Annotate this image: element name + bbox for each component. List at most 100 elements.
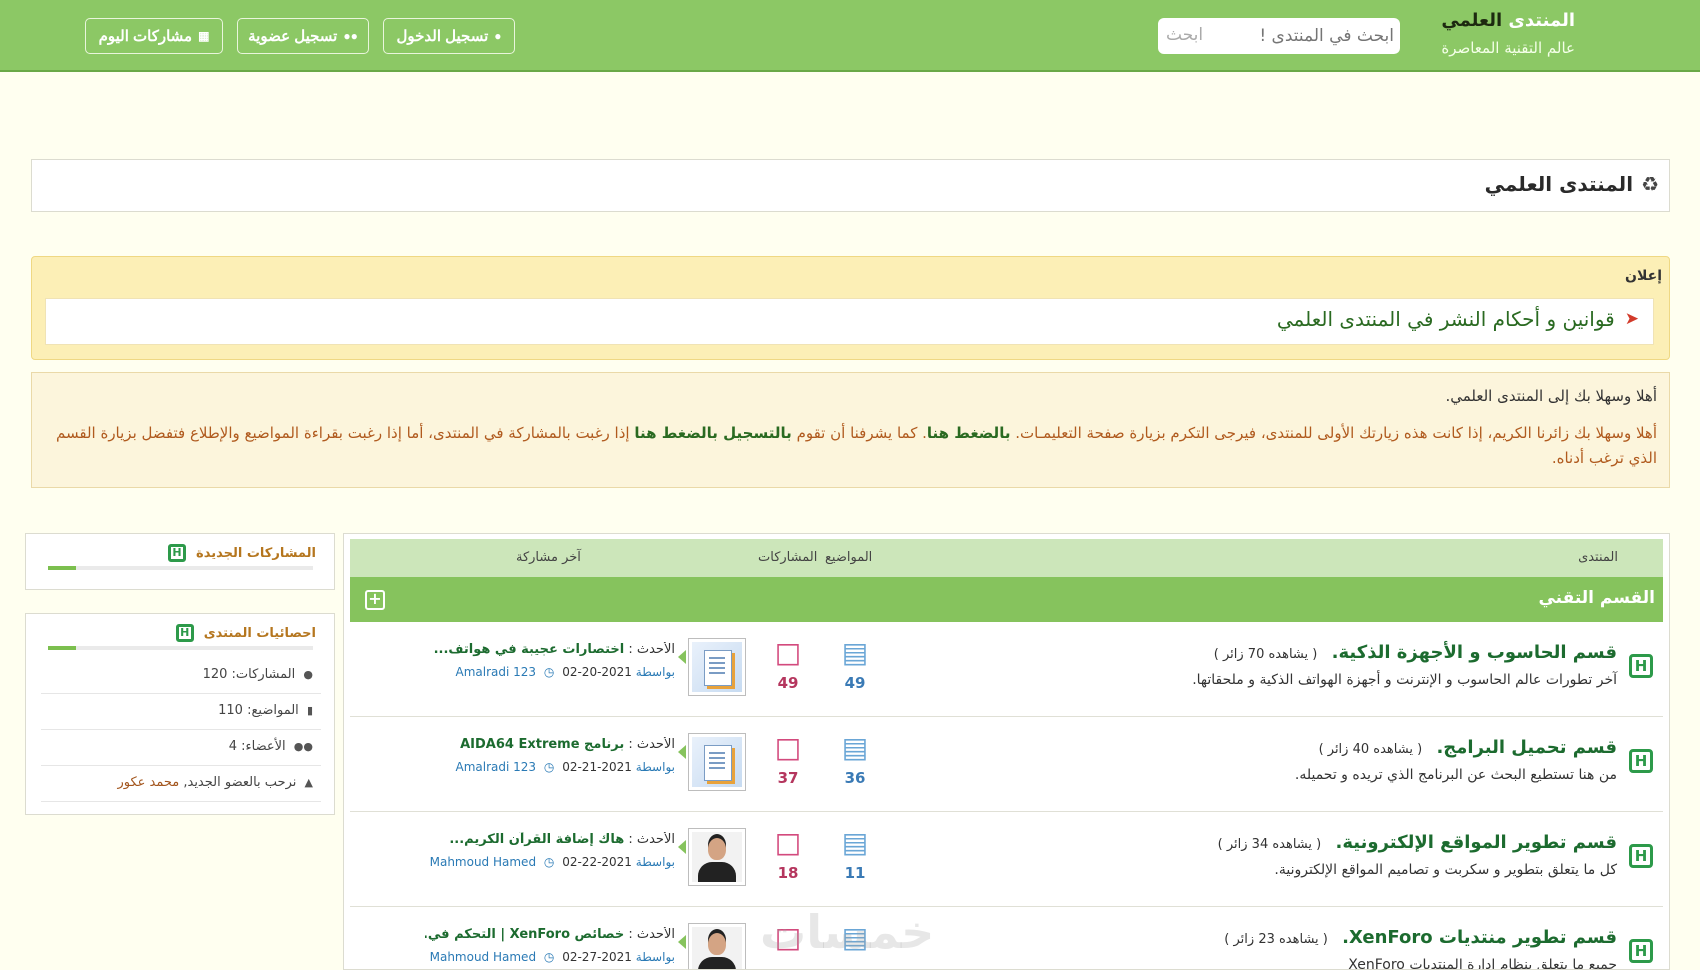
site-brand[interactable]: المنتدى العلمي عالم التقنية المعاصرة xyxy=(1441,10,1575,57)
forum-title[interactable]: قسم الحاسوب و الأجهزة الذكية. ( يشاهده 7… xyxy=(1214,642,1617,663)
register-label: تسجيل عضوية xyxy=(248,28,338,45)
forum-h-icon: H xyxy=(175,624,194,642)
avatar[interactable] xyxy=(688,828,746,886)
latest-post-line: الأحدث : اختصارات عجيبة في هواتف... xyxy=(425,642,675,657)
page-title-text: المنتدى العلمي xyxy=(1484,172,1634,196)
post-date: 02-20-2021 xyxy=(562,665,632,679)
login-label: تسجيل الدخول xyxy=(396,28,489,45)
posts-icon: □ xyxy=(774,636,802,669)
forum-row: H قسم تطوير منتديات XenForo. ( يشاهده 23… xyxy=(350,907,1663,969)
brand-tagline: عالم التقنية المعاصرة xyxy=(1441,39,1575,57)
forum-viewers: ( يشاهده 40 زائر ) xyxy=(1318,742,1423,757)
category-header: القسم التقني + xyxy=(350,577,1663,622)
topics-stat: ▤ 36 xyxy=(830,733,880,788)
author-link[interactable]: Amalradi 123 xyxy=(456,760,537,774)
clock-icon: ◷ xyxy=(543,950,555,964)
latest-post-meta: بواسطة Amalradi 123 ◷ 02-21-2021 xyxy=(425,760,675,774)
author-link[interactable]: Mahmoud Hamed xyxy=(430,855,536,869)
forum-viewers: ( يشاهده 70 زائر ) xyxy=(1213,647,1318,662)
avatar-image xyxy=(692,927,742,969)
by-label: بواسطة xyxy=(635,950,675,964)
avatar[interactable] xyxy=(688,638,746,696)
announcement-label: إعلان xyxy=(1625,268,1662,284)
latest-post-link[interactable]: برنامج AIDA64 Extreme xyxy=(460,737,624,752)
register-link[interactable]: بالتسجيل بالضغط هنا xyxy=(634,424,791,442)
topics-stat: ▤ 11 xyxy=(830,826,880,883)
megaphone-icon: ➤ xyxy=(1624,309,1639,329)
latest-post-meta: بواسطة Amalradi 123 ◷ 02-20-2021 xyxy=(425,665,675,679)
post-date: 02-21-2021 xyxy=(562,760,632,774)
welcome-body: أهلا وسهلا بك زائرنا الكريم، إذا كانت هذ… xyxy=(47,421,1657,471)
forum-viewers: ( يشاهده 34 زائر ) xyxy=(1217,837,1322,852)
posts-stat: □ 37 xyxy=(763,733,813,788)
latest-post-link[interactable]: هاك إضافة القرآن الكريم... xyxy=(449,832,624,847)
forum-title[interactable]: قسم تطوير المواقع الإلكترونية. ( يشاهده … xyxy=(1218,832,1617,853)
forum-h-icon: H xyxy=(1629,654,1653,678)
user-icon: ● xyxy=(494,29,502,43)
avatar-image xyxy=(692,832,742,882)
avatar[interactable] xyxy=(688,923,746,969)
stats-underline xyxy=(48,646,313,650)
stats-title: احصائيات المنتدى xyxy=(203,625,316,641)
brand-title[interactable]: المنتدى العلمي xyxy=(1441,10,1575,31)
forum-title[interactable]: قسم تطوير منتديات XenForo. ( يشاهده 23 ز… xyxy=(1224,927,1617,948)
stat-topics-label: المواضيع: xyxy=(247,703,299,718)
forum-h-icon: H xyxy=(168,544,187,562)
users-icon: ●● xyxy=(293,740,313,753)
latest-post: الأحدث : هاك إضافة القرآن الكريم... بواس… xyxy=(425,832,675,869)
topics-stat: ▤ 49 xyxy=(830,636,880,693)
announcement-link[interactable]: ➤ قوانين و أحكام النشر في المنتدى العلمي xyxy=(1277,307,1639,331)
new-posts-title[interactable]: المشاركات الجديدة xyxy=(196,546,316,561)
forum-stats-widget: احصائيات المنتدى H ● المشاركات: 120 ▮ ال… xyxy=(25,613,335,815)
clock-icon: ◷ xyxy=(543,760,555,774)
stat-posts-label: المشاركات: xyxy=(231,667,296,682)
topics-icon: ▤ xyxy=(841,826,869,859)
latest-post-link[interactable]: اختصارات عجيبة في هواتف... xyxy=(434,642,625,657)
stat-newest-member: ▲ نرحب بالعضو الجديد, محمد عكور xyxy=(41,766,321,802)
recycle-icon: ♻ xyxy=(1641,172,1659,196)
latest-prefix: الأحدث : xyxy=(628,927,675,942)
col-posts: المشاركات xyxy=(758,550,818,565)
col-forum: المنتدى xyxy=(1578,550,1618,565)
grid-icon: ▦ xyxy=(198,29,210,43)
new-posts-widget: المشاركات الجديدة H xyxy=(25,533,335,590)
post-date: 02-27-2021 xyxy=(562,950,632,964)
announcement-box: إعلان ➤ قوانين و أحكام النشر في المنتدى … xyxy=(31,256,1670,360)
expand-icon[interactable]: + xyxy=(365,590,385,610)
latest-post: الأحدث : خصائص XenForo | التحكم في... بو… xyxy=(425,927,675,964)
brand-title-bold: العلمي xyxy=(1441,10,1503,31)
new-posts-header: المشاركات الجديدة H xyxy=(168,544,316,562)
help-link[interactable]: بالضغط هنا xyxy=(927,424,1011,442)
forum-title-text: قسم تطوير منتديات XenForo. xyxy=(1342,927,1617,948)
posts-count: 49 xyxy=(777,674,799,692)
forum-h-icon: H xyxy=(1629,749,1653,773)
posts-stat: □ 18 xyxy=(763,826,813,883)
latest-post: الأحدث : برنامج AIDA64 Extreme بواسطة Am… xyxy=(425,737,675,774)
category-title[interactable]: القسم التقني xyxy=(1538,588,1655,608)
latest-post-line: الأحدث : خصائص XenForo | التحكم في... xyxy=(425,927,675,942)
forum-title-text: قسم تحميل البرامج. xyxy=(1436,737,1617,758)
forum-viewers: ( يشاهده 23 زائر ) xyxy=(1224,932,1328,947)
avatar[interactable] xyxy=(688,733,746,791)
welcome-notice: أهلا وسهلا بك إلى المنتدى العلمي. أهلا و… xyxy=(31,372,1670,488)
stat-members-value: 4 xyxy=(228,739,237,754)
latest-arrow xyxy=(678,745,686,759)
stat-topics-value: 110 xyxy=(218,703,243,718)
comment-icon: ● xyxy=(303,668,313,681)
stat-posts-value: 120 xyxy=(202,667,228,682)
today-posts-button[interactable]: ▦ مشاركات اليوم xyxy=(85,18,223,54)
stat-posts: ● المشاركات: 120 xyxy=(41,658,321,694)
topics-icon: ▤ xyxy=(841,636,869,669)
latest-post: الأحدث : اختصارات عجيبة في هواتف... بواس… xyxy=(425,642,675,679)
col-last-post: آخر مشاركة xyxy=(516,550,581,565)
forum-title[interactable]: قسم تحميل البرامج. ( يشاهده 40 زائر ) xyxy=(1319,737,1617,758)
latest-post-link[interactable]: خصائص XenForo | التحكم في... xyxy=(425,927,624,942)
by-label: بواسطة xyxy=(635,760,675,774)
login-button[interactable]: ● تسجيل الدخول xyxy=(383,18,515,54)
posts-icon: □ xyxy=(774,826,802,859)
register-button[interactable]: ●● تسجيل عضوية xyxy=(237,18,369,54)
page-title-box: ♻ المنتدى العلمي xyxy=(31,159,1670,212)
author-link[interactable]: Amalradi 123 xyxy=(456,665,537,679)
newest-member-link[interactable]: محمد عكور xyxy=(117,775,179,790)
author-link[interactable]: Mahmoud Hamed xyxy=(430,950,536,964)
